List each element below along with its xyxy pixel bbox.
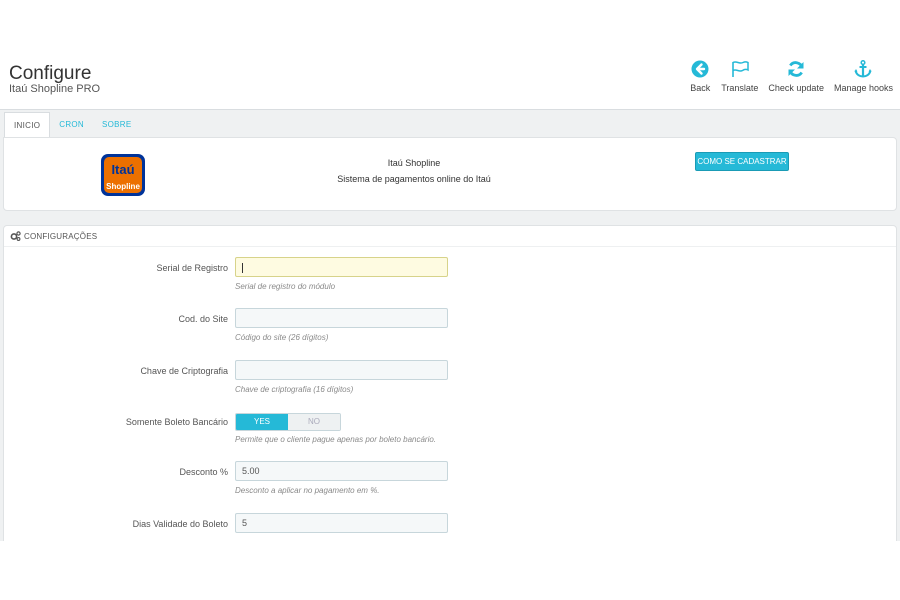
boleto-only-label: Somente Boleto Bancário bbox=[125, 417, 228, 427]
viewport: Configure Itaú Shopline PRO Back Transla… bbox=[0, 0, 900, 541]
boleto-days-label: Dias Validade do Boleto bbox=[132, 519, 228, 529]
serial-input[interactable] bbox=[235, 257, 448, 277]
manage-hooks-label: Manage hooks bbox=[833, 83, 893, 93]
config-heading-text: CONFIGURAÇÕES bbox=[24, 231, 98, 241]
tab-bar: INICIO CRON SOBRE bbox=[4, 112, 141, 139]
serial-label: Serial de Registro bbox=[156, 263, 228, 273]
translate-button[interactable]: Translate bbox=[716, 58, 763, 93]
switch-no-option[interactable]: NO bbox=[288, 414, 340, 430]
tab-inicio[interactable]: INICIO bbox=[4, 112, 51, 139]
site-code-label: Cod. do Site bbox=[178, 314, 228, 324]
signup-button[interactable]: COMO SE CADASTRAR bbox=[695, 152, 789, 171]
crypto-key-label: Chave de Criptografia bbox=[140, 366, 228, 376]
text-caret bbox=[242, 262, 243, 273]
switch-yes-option[interactable]: YES bbox=[236, 414, 288, 430]
toolbar: Back Translate Check update Manage hooks bbox=[684, 58, 898, 93]
discount-help: Desconto a aplicar no pagamento em %. bbox=[235, 486, 380, 495]
intro-panel: Itaú Shopline Itaú Shopline Sistema de p… bbox=[3, 137, 897, 211]
crypto-key-input[interactable] bbox=[235, 360, 448, 380]
config-panel: CONFIGURAÇÕES Serial de Registro Serial … bbox=[3, 225, 897, 541]
anchor-icon bbox=[852, 58, 874, 80]
boleto-only-switch[interactable]: YES NO bbox=[235, 413, 341, 431]
refresh-icon bbox=[785, 58, 807, 80]
page-subtitle: Itaú Shopline PRO bbox=[9, 83, 101, 95]
manage-hooks-button[interactable]: Manage hooks bbox=[829, 58, 898, 93]
site-code-help: Código do site (26 dígitos) bbox=[235, 333, 329, 342]
serial-help: Serial de registro do módulo bbox=[235, 282, 336, 291]
intro-subtitle: Sistema de pagamentos online do Itaú bbox=[337, 174, 491, 184]
page-title: Configure bbox=[9, 63, 92, 84]
cogs-icon bbox=[10, 231, 21, 241]
flag-icon bbox=[729, 58, 751, 80]
boleto-only-help: Permite que o cliente pague apenas por b… bbox=[235, 435, 437, 444]
back-label: Back bbox=[690, 83, 711, 93]
check-update-button[interactable]: Check update bbox=[763, 58, 829, 93]
tab-cron[interactable]: CRON bbox=[50, 112, 93, 138]
tab-sobre[interactable]: SOBRE bbox=[93, 112, 141, 138]
check-update-label: Check update bbox=[768, 83, 824, 93]
page-header: Configure Itaú Shopline PRO Back Transla… bbox=[0, 0, 900, 110]
config-heading: CONFIGURAÇÕES bbox=[4, 226, 896, 247]
site-code-input[interactable] bbox=[235, 308, 448, 328]
discount-label: Desconto % bbox=[179, 467, 228, 477]
translate-label: Translate bbox=[721, 83, 759, 93]
boleto-days-input[interactable]: 5 bbox=[235, 513, 448, 533]
crypto-key-help: Chave de criptografia (16 dígitos) bbox=[235, 385, 354, 394]
discount-input[interactable]: 5.00 bbox=[235, 461, 448, 481]
back-button[interactable]: Back bbox=[684, 58, 716, 93]
arrow-left-circle-icon bbox=[689, 58, 711, 80]
